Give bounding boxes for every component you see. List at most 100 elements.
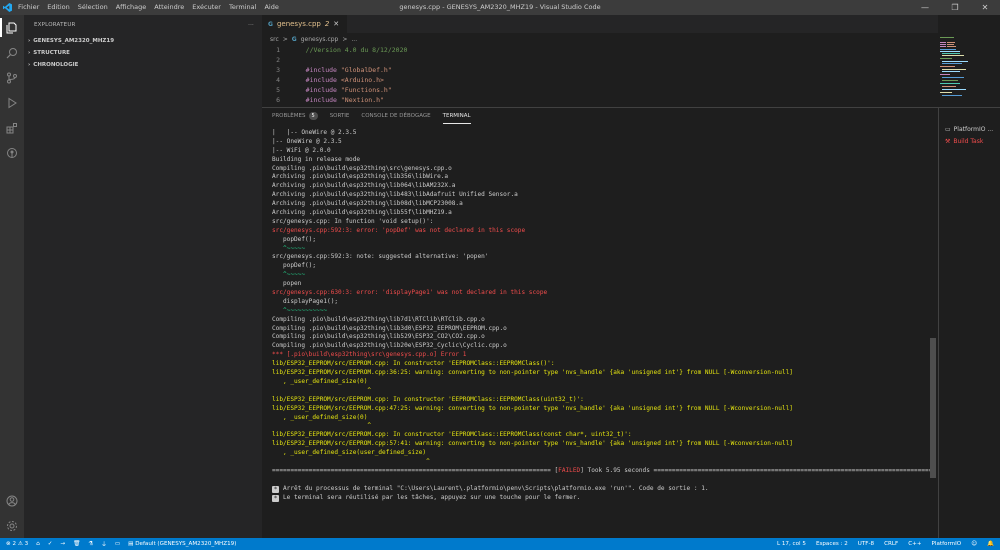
notifications-bell-icon[interactable]: 🔔: [987, 541, 994, 547]
tab-problems[interactable]: PROBLÈMES 5: [272, 108, 318, 124]
line-number: 4: [276, 76, 280, 84]
env-selector[interactable]: ▤ Default (GENESYS_AM2320_MHZ19): [128, 541, 236, 547]
chevron-right-icon: ›: [28, 50, 31, 56]
minimize-icon[interactable]: —: [910, 0, 940, 15]
code-editor[interactable]: 1 //Version 4.0 du 8/12/2020 2 3 #includ…: [262, 45, 938, 107]
build-check-icon[interactable]: ✓: [48, 541, 53, 547]
settings-gear-icon[interactable]: [0, 513, 24, 538]
tab-debug-console[interactable]: CONSOLE DE DÉBOGAGE: [361, 108, 430, 124]
menu-fichier[interactable]: Fichier: [14, 0, 43, 15]
restore-icon[interactable]: ❐: [940, 0, 970, 15]
tab-terminal[interactable]: TERMINAL: [442, 108, 471, 124]
terminal-line: Compiling .pio\build\esp32thing\lib20e\E…: [272, 342, 507, 350]
menu-aide[interactable]: Aide: [260, 0, 282, 15]
menu-edition[interactable]: Edition: [43, 0, 74, 15]
menu-affichage[interactable]: Affichage: [112, 0, 151, 15]
error-count: 2: [12, 541, 17, 547]
section-timeline[interactable]: › CHRONOLOGIE: [24, 59, 262, 71]
line-number: 6: [276, 96, 280, 104]
editor-area: G genesys.cpp 2 ✕ src > G genesys.cpp > …: [262, 15, 938, 107]
section-outline[interactable]: › STRUCTURE: [24, 47, 262, 59]
terminal-line: lib/ESP32_EEPROM/src/EEPROM.cpp: In cons…: [272, 360, 555, 368]
close-tab-icon[interactable]: ✕: [333, 20, 339, 28]
terminal-prompt-icon[interactable]: ▭: [115, 541, 120, 547]
platformio-icon[interactable]: [0, 140, 24, 165]
cpp-file-icon: G: [291, 35, 297, 43]
source-control-icon[interactable]: [0, 65, 24, 90]
clean-trash-icon[interactable]: 🗑: [73, 541, 80, 547]
terminal-line: Compiling .pio\build\esp32thing\lib7d1\R…: [272, 315, 485, 323]
task-info-icon: *: [272, 494, 279, 502]
title-bar: Fichier Edition Sélection Affichage Atte…: [0, 0, 1000, 15]
close-window-icon[interactable]: ✕: [970, 0, 1000, 15]
serial-monitor-plug-icon[interactable]: ⏚: [101, 540, 107, 548]
home-icon[interactable]: ⌂: [36, 541, 40, 547]
minimap-line: [940, 49, 956, 50]
terminal-output[interactable]: | |-- OneWire @ 2.3.5 |-- OneWire @ 2.3.5…: [272, 129, 934, 529]
terminal-line: ^: [272, 386, 372, 394]
minimap-line: [940, 83, 960, 84]
breadcrumb-src[interactable]: src: [270, 36, 279, 43]
minimap-line: [947, 46, 956, 47]
line-number: 2: [276, 56, 280, 64]
terminal-line: lib/ESP32_EEPROM/src/EEPROM.cpp: In cons…: [272, 395, 584, 403]
account-icon[interactable]: [0, 488, 24, 513]
folder-icon: ▤: [128, 541, 134, 547]
breadcrumb-separator: >: [282, 35, 288, 43]
minimap-line: [940, 74, 950, 75]
platform-label[interactable]: PlatformIO: [932, 541, 962, 547]
breadcrumb-file[interactable]: genesys.cpp: [301, 36, 339, 43]
terminal-scrollbar[interactable]: [930, 338, 936, 478]
code-line: 6 #include "Nextion.h": [262, 95, 938, 105]
cpp-file-icon: G: [268, 20, 273, 28]
minimap-line: [942, 89, 966, 90]
tab-genesys-cpp[interactable]: G genesys.cpp 2 ✕: [262, 15, 348, 33]
problems-status[interactable]: ⊗ 2 ⚠ 3: [6, 541, 28, 547]
code-line: 3 #include "GlobalDef.h": [262, 65, 938, 75]
encoding[interactable]: UTF-8: [858, 541, 874, 547]
more-actions-icon[interactable]: ···: [248, 22, 254, 28]
activity-bar: [0, 15, 24, 538]
terminal-list: ▭ PlatformIO ... ⚒ Build Task: [938, 107, 1000, 538]
test-flask-icon[interactable]: ⚗: [88, 541, 93, 547]
code-keyword: #include: [290, 66, 337, 74]
minimap-line: [947, 44, 954, 45]
breadcrumb-symbol[interactable]: ...: [351, 36, 357, 43]
status-bar: ⊗ 2 ⚠ 3 ⌂ ✓ → 🗑 ⚗ ⏚ ▭ ▤ Default (GENESYS…: [0, 538, 1000, 550]
chevron-right-icon: ›: [28, 62, 31, 68]
section-timeline-label: CHRONOLOGIE: [33, 62, 79, 68]
menu-selection[interactable]: Sélection: [74, 0, 112, 15]
end-of-line[interactable]: CRLF: [884, 541, 898, 547]
extensions-icon[interactable]: [0, 115, 24, 140]
menu-terminal[interactable]: Terminal: [225, 0, 260, 15]
terminal-line: popDef();: [272, 235, 317, 243]
terminal-line: Archiving .pio\build\esp32thing\lib064\l…: [272, 182, 456, 190]
task-info-icon: *: [272, 485, 279, 493]
indentation[interactable]: Espaces : 2: [816, 541, 848, 547]
feedback-icon[interactable]: ☺: [971, 541, 977, 547]
section-workspace[interactable]: › GENESYS_AM2320_MHZ19: [24, 35, 262, 47]
minimap-line: [942, 61, 968, 62]
minimap-line: [940, 44, 946, 45]
terminal-line: , _user_defined_size(0): [272, 413, 368, 421]
code-line: 1 //Version 4.0 du 8/12/2020: [262, 45, 938, 55]
terminal-list-item-platformio[interactable]: ▭ PlatformIO ...: [939, 123, 1000, 135]
menu-atteindre[interactable]: Atteindre: [150, 0, 188, 15]
terminal-line: displayPage1();: [272, 297, 339, 305]
menu-executer[interactable]: Exécuter: [188, 0, 225, 15]
upload-arrow-icon[interactable]: →: [60, 541, 65, 547]
tab-output[interactable]: SORTIE: [330, 108, 350, 124]
failed-separator-left: ========================================…: [272, 466, 559, 474]
explorer-icon[interactable]: [0, 15, 24, 40]
cursor-position[interactable]: L 17, col 5: [777, 541, 806, 547]
terminal-line: src/genesys.cpp:630:3: error: 'displayPa…: [272, 289, 548, 297]
terminal-message-text: Arrêt du processus de terminal "C:\Users…: [283, 484, 709, 492]
tools-icon: ⚒: [945, 137, 951, 145]
minimap[interactable]: [938, 33, 1000, 107]
terminal-line: ^~~~~~: [272, 244, 306, 252]
terminal-task-message: * Le terminal sera réutilisé par les tâch…: [272, 494, 934, 503]
language-mode[interactable]: C++: [908, 541, 921, 547]
run-debug-icon[interactable]: [0, 90, 24, 115]
search-icon[interactable]: [0, 40, 24, 65]
terminal-list-item-build[interactable]: ⚒ Build Task: [939, 135, 1000, 147]
